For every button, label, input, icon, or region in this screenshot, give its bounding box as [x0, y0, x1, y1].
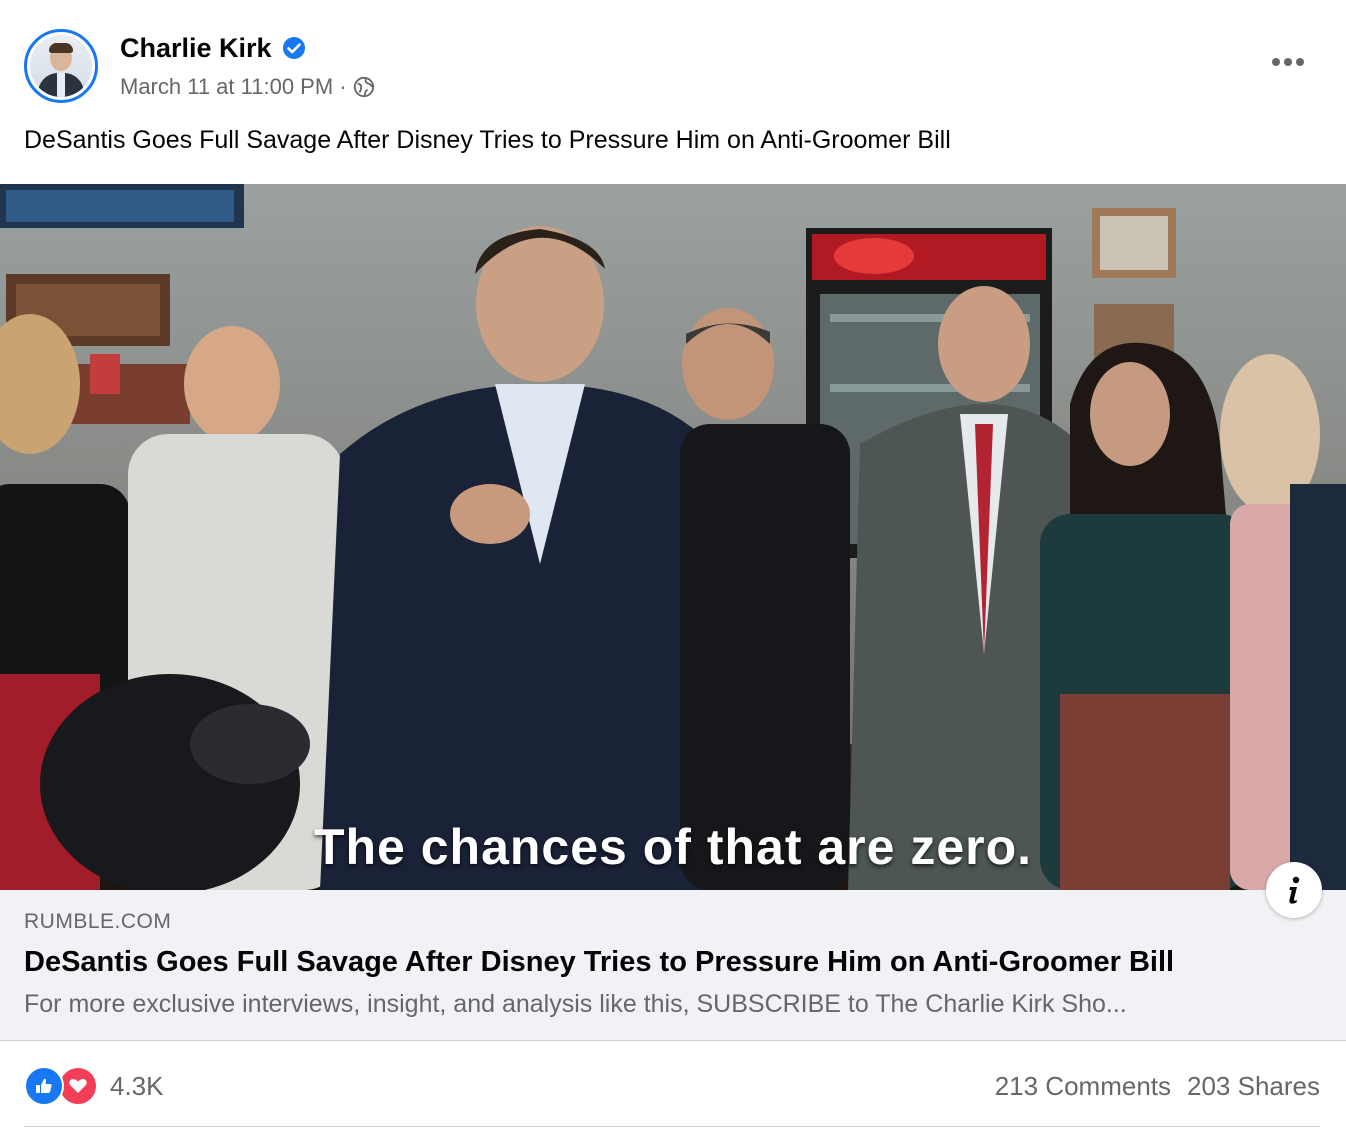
link-domain: RUMBLE.COM	[24, 910, 172, 933]
reaction-count: 4.3K	[110, 1070, 164, 1101]
divider	[24, 1126, 1320, 1127]
engagement-bar: 4.3K 213 Comments 203 Shares	[24, 1060, 1320, 1112]
love-icon	[58, 1066, 98, 1106]
video-thumbnail[interactable]	[0, 184, 1346, 890]
verified-badge-icon	[282, 37, 305, 59]
avatar-photo	[30, 35, 92, 97]
post-caption: DeSantis Goes Full Savage After Disney T…	[24, 126, 951, 154]
meta-separator: ·	[339, 73, 347, 99]
reactions-summary[interactable]: 4.3K	[24, 1066, 164, 1106]
globe-icon[interactable]	[353, 76, 375, 98]
video-scene	[0, 184, 1346, 890]
link-preview[interactable]: RUMBLE.COM DeSantis Goes Full Savage Aft…	[0, 890, 1346, 1041]
video-subtitle: The chances of that are zero.	[313, 819, 1033, 875]
link-title[interactable]: DeSantis Goes Full Savage After Disney T…	[24, 946, 1174, 979]
author-avatar[interactable]	[24, 29, 98, 103]
like-icon	[24, 1066, 64, 1106]
post-card: Charlie Kirk March 11 at 11:00 PM · DeSa…	[0, 0, 1346, 1128]
more-options-icon[interactable]	[1268, 48, 1308, 76]
post-timestamp[interactable]: March 11 at 11:00 PM	[120, 74, 333, 100]
shares-count[interactable]: 203 Shares	[1187, 1071, 1320, 1102]
post-header: Charlie Kirk March 11 at 11:00 PM ·	[24, 24, 375, 108]
post-meta: Charlie Kirk March 11 at 11:00 PM ·	[120, 33, 375, 100]
link-description: For more exclusive interviews, insight, …	[24, 990, 1127, 1018]
info-icon[interactable]	[1266, 862, 1322, 918]
comments-count[interactable]: 213 Comments	[995, 1071, 1171, 1102]
author-name[interactable]: Charlie Kirk	[120, 33, 272, 64]
